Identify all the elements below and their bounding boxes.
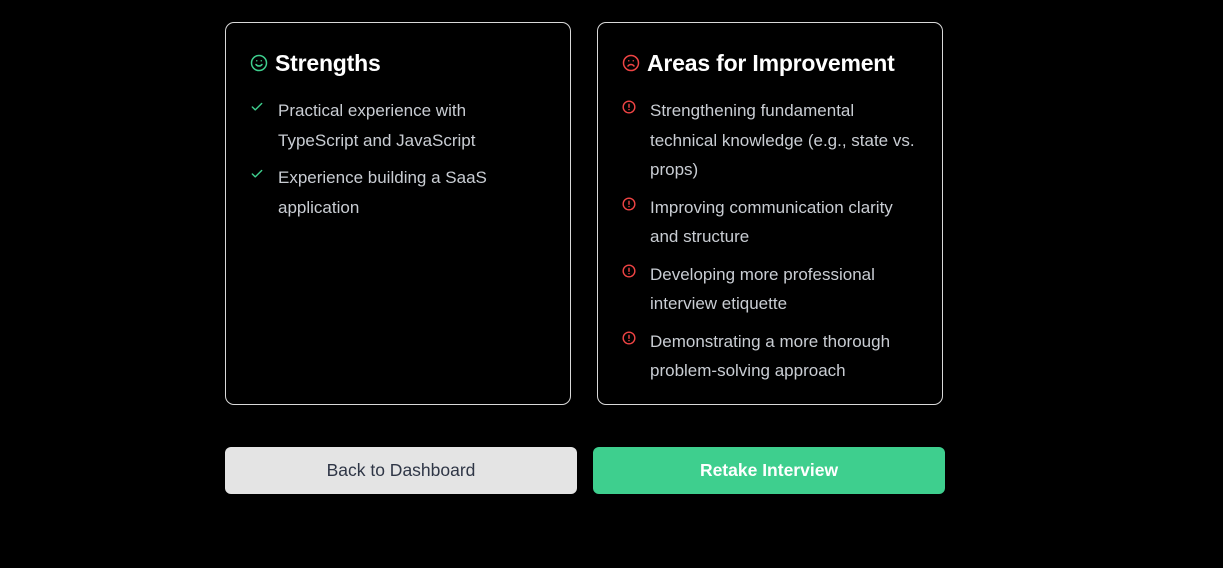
alert-circle-icon: [622, 193, 650, 211]
list-item: Demonstrating a more thorough problem-so…: [622, 327, 922, 386]
check-icon: [250, 163, 278, 181]
improvement-card: Areas for Improvement Strengthening fund…: [597, 22, 943, 405]
list-item: Experience building a SaaS application: [250, 163, 550, 222]
alert-circle-icon: [622, 260, 650, 278]
strengths-title: Strengths: [275, 50, 381, 76]
smile-icon: [250, 54, 268, 72]
list-item: Strengthening fundamental technical know…: [622, 96, 922, 185]
strengths-card: Strengths Practical experience with Type…: [225, 22, 571, 405]
improvement-title: Areas for Improvement: [647, 50, 895, 76]
improvement-text: Improving communication clarity and stru…: [650, 197, 893, 247]
list-item: Developing more professional interview e…: [622, 260, 922, 319]
improvement-list: Strengthening fundamental technical know…: [622, 96, 922, 394]
strengths-header: Strengths: [250, 49, 381, 77]
improvement-header: Areas for Improvement: [622, 49, 895, 77]
frown-icon: [622, 54, 640, 72]
back-to-dashboard-button[interactable]: Back to Dashboard: [225, 447, 577, 494]
improvement-text: Strengthening fundamental technical know…: [650, 101, 915, 179]
retake-interview-button[interactable]: Retake Interview: [593, 447, 945, 494]
list-item: Practical experience with TypeScript and…: [250, 96, 550, 155]
strength-text: Experience building a SaaS application: [278, 168, 487, 217]
check-icon: [250, 96, 278, 114]
strengths-list: Practical experience with TypeScript and…: [250, 96, 550, 230]
strength-text: Practical experience with TypeScript and…: [278, 101, 476, 150]
alert-circle-icon: [622, 327, 650, 345]
improvement-text: Developing more professional interview e…: [650, 264, 875, 314]
alert-circle-icon: [622, 96, 650, 114]
list-item: Improving communication clarity and stru…: [622, 193, 922, 252]
improvement-text: Demonstrating a more thorough problem-so…: [650, 331, 891, 381]
